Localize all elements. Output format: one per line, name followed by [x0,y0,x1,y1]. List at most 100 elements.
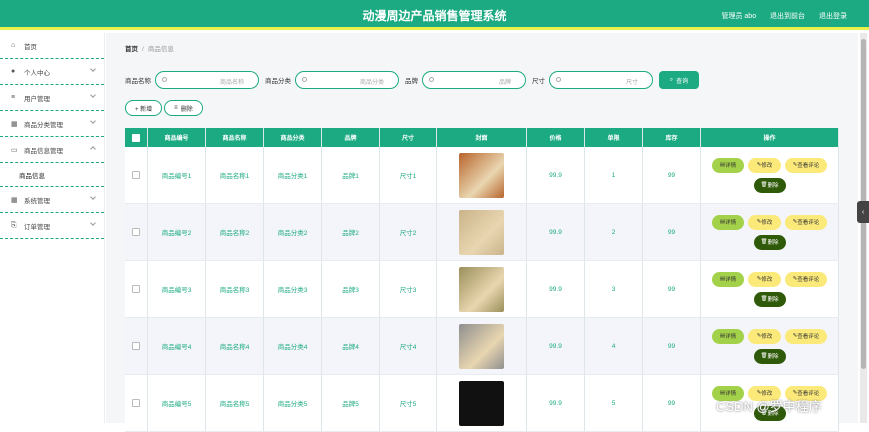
product-table: 商品编号 商品名称 商品分类 品牌 尺寸 封面 价格 单限 库存 操作 商品编号… [125,128,839,432]
button-label: 查看评论 [797,163,820,169]
search-bar: 商品名称 商品名称 商品分类 商品分类 品牌 品牌 尺寸 尺寸 ⌕ 查询 [125,71,699,89]
add-button[interactable]: + 新增 [125,100,163,116]
cell-cover [437,204,527,260]
product-name-label: 商品名称 [125,78,151,85]
detail-button[interactable]: ▤ 详情 [712,328,744,344]
search-button-label: 查询 [676,78,689,85]
cell-ops: ▤ 详情 ✎ 修改 ✎ 查看评论 🗑 删除 [701,147,839,203]
row-checkbox[interactable] [132,285,140,293]
sidebar-item-label: 系统管理 [24,197,50,205]
category-input[interactable]: 商品分类 [295,71,399,89]
size-label: 尺寸 [532,78,545,85]
cell-category: 商品分类4 [264,318,322,374]
button-label: 删除 [767,354,779,360]
search-button[interactable]: ⌕ 查询 [659,71,699,89]
col-price: 价格 [527,128,585,147]
logout-link[interactable]: 退出登录 [819,13,847,20]
sidebar-item-category[interactable]: ▦ 商品分类管理 [0,111,104,137]
detail-button[interactable]: ▤ 详情 [712,157,744,173]
vertical-scrollbar[interactable] [860,33,867,423]
sidebar-item-users[interactable]: ≡ 用户管理 [0,85,104,111]
col-cover: 封面 [437,128,527,147]
view-reviews-button[interactable]: ✎ 查看评论 [785,157,827,173]
search-icon [556,77,561,82]
trash-icon: 🗑 [760,239,768,245]
sidebar-item-label: 首页 [24,43,37,51]
cell-category: 商品分类3 [264,261,322,317]
cell-stock: 99 [643,318,701,374]
size-input[interactable]: 尺寸 [549,71,653,89]
sidebar-subitem-product-info[interactable]: 商品信息 [0,163,104,187]
brand-label: 品牌 [405,78,418,85]
table-header: 商品编号 商品名称 商品分类 品牌 尺寸 封面 价格 单限 库存 操作 [125,128,839,147]
placeholder: 商品名称 [219,80,244,86]
row-checkbox[interactable] [132,342,140,350]
button-label: 修改 [761,220,773,226]
button-label: 详情 [725,334,737,340]
product-name-input[interactable]: 商品名称 [155,71,259,89]
delete-button[interactable]: 🗑 删除 [753,348,786,364]
cell-cover [437,147,527,203]
table-row: 商品编号4 商品名称4 商品分类4 品牌4 尺寸4 99.9 4 99 ▤ 详情 ✎ 修改 ✎ 查看… [125,318,839,375]
header-links: 管理员 abo 退出到前台 退出登录 [709,11,847,21]
sidebar-item-product-info-mgmt[interactable]: ▭ 商品信息管理 [0,137,104,163]
product-cover-image [459,266,504,312]
cell-ops: ▤ 详情 ✎ 修改 ✎ 查看评论 🗑 删除 [701,261,839,317]
cell-price: 99.9 [527,147,585,203]
clipboard-icon: ⎘ [11,221,17,229]
sidebar-item-system[interactable]: ▦ 系统管理 [0,187,104,213]
select-all-checkbox[interactable] [132,133,140,142]
cell-limit: 3 [585,261,643,317]
sidebar-item-profile[interactable]: ● 个人中心 [0,59,104,85]
col-code: 商品编号 [148,128,206,147]
chevron-down-icon [90,194,96,200]
button-label: 修改 [761,163,773,169]
table-row: 商品编号1 商品名称1 商品分类1 品牌1 尺寸1 99.9 1 99 ▤ 详情 ✎ 修改 ✎ 查看… [125,147,839,204]
view-reviews-button[interactable]: ✎ 查看评论 [785,271,827,287]
cell-cover [437,318,527,374]
delete-button[interactable]: 🗑 删除 [753,291,786,307]
table-row: 商品编号2 商品名称2 商品分类2 品牌2 尺寸2 99.9 2 99 ▤ 详情 ✎ 修改 ✎ 查看… [125,204,839,261]
product-cover-image [459,152,504,198]
placeholder: 尺寸 [625,80,638,86]
cell-code: 商品编号4 [148,318,206,374]
cell-category: 商品分类1 [264,147,322,203]
ops-line: ▤ 详情 ✎ 修改 ✎ 查看评论 [712,157,827,173]
sidebar-item-home[interactable]: ⌂ 首页 [0,33,104,59]
edit-button[interactable]: ✎ 修改 [748,328,781,344]
button-label: 修改 [761,277,773,283]
detail-button[interactable]: ▤ 详情 [712,214,744,230]
grid-icon: ▦ [11,120,18,128]
chat-icon: ▭ [11,146,18,154]
detail-button[interactable]: ▤ 详情 [712,271,744,287]
brand-input[interactable]: 品牌 [422,71,526,89]
button-label: 详情 [725,220,737,226]
sidebar-item-label: 商品信息管理 [24,147,63,155]
delete-button[interactable]: 🗑 删除 [753,234,786,250]
row-checkbox[interactable] [132,228,140,236]
col-brand: 品牌 [322,128,380,147]
top-bar: 动漫周边产品销售管理系统 管理员 abo 退出到前台 退出登录 [0,0,869,30]
edit-button[interactable]: ✎ 修改 [748,157,781,173]
edit-button[interactable]: ✎ 修改 [748,271,781,287]
cell-limit: 1 [585,147,643,203]
cell-name: 商品名称4 [206,318,264,374]
back-to-front-link[interactable]: 退出到前台 [770,13,805,20]
main-content: 首页 / 商品信息 商品名称 商品名称 商品分类 商品分类 品牌 品牌 尺寸 尺寸 … [106,33,858,432]
user-icon: ● [11,68,16,75]
row-checkbox[interactable] [132,171,140,179]
ops-line: ▤ 详情 ✎ 修改 ✎ 查看评论 [712,271,827,287]
edit-button[interactable]: ✎ 修改 [748,214,781,230]
row-checkbox[interactable] [132,399,140,407]
cell-name: 商品名称2 [206,204,264,260]
sidebar-item-label: 个人中心 [24,69,50,77]
view-reviews-button[interactable]: ✎ 查看评论 [785,214,827,230]
view-reviews-button[interactable]: ✎ 查看评论 [785,328,827,344]
ops-line: ▤ 详情 ✎ 修改 ✎ 查看评论 [712,214,827,230]
sidebar-item-orders[interactable]: ⎘ 订单管理 [0,213,104,239]
collapse-panel-tab[interactable]: ‹ [857,201,869,223]
delete-button[interactable]: 🗑 删除 [753,177,786,193]
batch-delete-button[interactable]: ≡ 删除 [164,100,203,116]
button-label: 查看评论 [797,334,820,340]
breadcrumb-home[interactable]: 首页 [125,46,138,53]
